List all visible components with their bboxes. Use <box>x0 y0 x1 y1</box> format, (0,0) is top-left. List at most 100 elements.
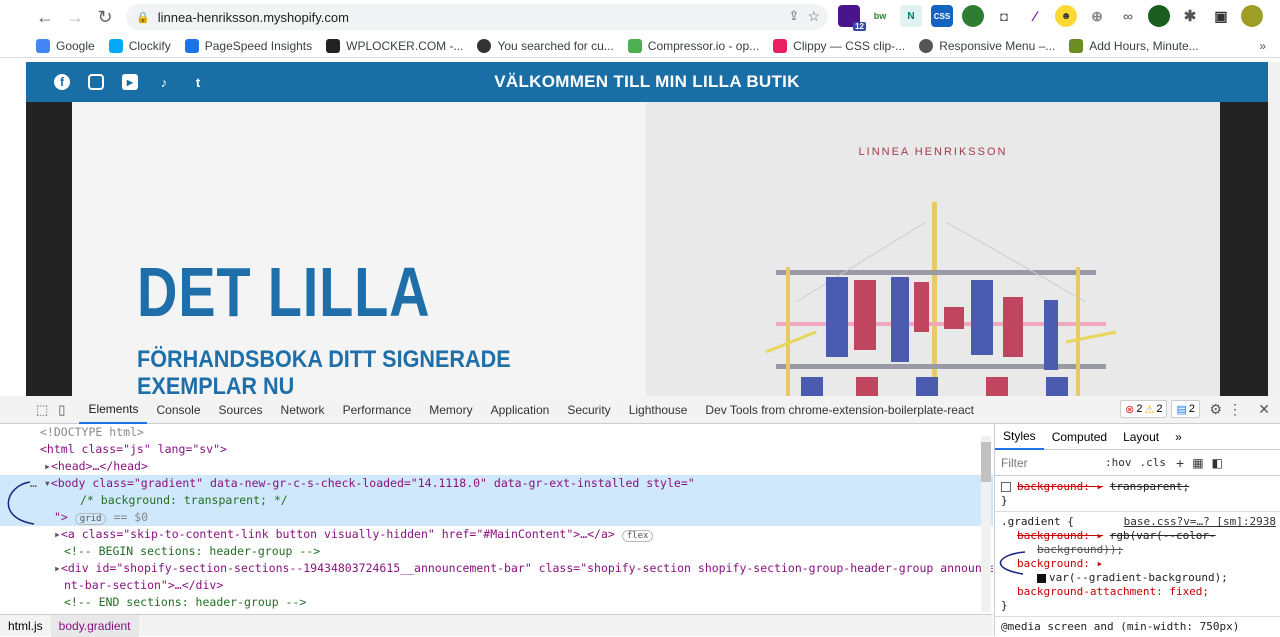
bookmark-item[interactable]: Clockify <box>108 38 171 53</box>
styles-filter-input[interactable]: Filter <box>1001 456 1105 470</box>
page-viewport: f ▶ ♪ t VÄLKOMMEN TILL MIN LILLA BUTIK D… <box>26 62 1268 396</box>
divider <box>995 511 1280 512</box>
message-icon: ▤ <box>1176 403 1187 416</box>
back-icon[interactable]: ← <box>32 4 58 30</box>
world-extension-icon[interactable]: ⊕ <box>1086 5 1108 27</box>
grid-badge[interactable]: grid <box>74 513 107 525</box>
tab-styles[interactable]: Styles <box>995 424 1044 450</box>
bw-extension-icon[interactable]: bw <box>869 5 891 27</box>
tab-memory[interactable]: Memory <box>420 396 481 424</box>
tab-performance[interactable]: Performance <box>334 396 421 424</box>
scrollbar-thumb[interactable] <box>981 442 991 482</box>
bookmark-label: You searched for cu... <box>497 38 614 53</box>
n-extension-icon[interactable]: N <box>900 5 922 27</box>
tab-lighthouse[interactable]: Lighthouse <box>620 396 697 424</box>
globe-extension-icon[interactable] <box>962 5 984 27</box>
bookmark-item[interactable]: You searched for cu... <box>477 38 614 53</box>
camera-extension-icon[interactable]: ◘ <box>993 5 1015 27</box>
hov-toggle[interactable]: :hov <box>1105 456 1132 469</box>
dom-node[interactable]: <!DOCTYPE html> <box>0 424 993 441</box>
device-toggle-icon[interactable]: ▯ <box>58 402 65 418</box>
clippy-icon <box>773 38 788 53</box>
rule-close: } <box>1001 494 1008 507</box>
sidepanel-icon[interactable]: ▣ <box>1210 5 1232 27</box>
dom-node[interactable]: ▸<a class="skip-to-content-link button v… <box>0 526 993 543</box>
selected-ref: == $0 <box>113 510 149 524</box>
paint-icon[interactable]: ▦ <box>1192 456 1203 470</box>
tab-console[interactable]: Console <box>147 396 209 424</box>
error-badge[interactable]: ⊗ 2 ⚠ 2 <box>1120 400 1168 418</box>
close-icon[interactable]: ✕ <box>1258 401 1270 418</box>
breadcrumb-body[interactable]: body.gradient <box>50 614 139 637</box>
dom-node-continued: nt-bar-section">…</div> <box>64 578 224 592</box>
elements-scrollbar[interactable] <box>981 436 991 612</box>
flex-badge[interactable]: flex <box>621 530 654 542</box>
bookmark-item[interactable]: PageSpeed Insights <box>184 38 312 53</box>
announcement-text: VÄLKOMMEN TILL MIN LILLA BUTIK <box>494 72 800 91</box>
style-source-link[interactable]: base.css?v=…? [sm]:2938 <box>1124 515 1276 529</box>
message-badge[interactable]: ▤ 2 <box>1171 400 1200 418</box>
dollar-icon <box>1069 38 1084 53</box>
style-rule-header: .gradient {base.css?v=…? [sm]:2938 <box>995 515 1280 529</box>
profile-avatar[interactable] <box>1241 5 1263 27</box>
smiley-extension-icon[interactable]: ☻ <box>1055 5 1077 27</box>
page-scrollbar[interactable] <box>1268 62 1280 396</box>
style-property[interactable]: background: ▸ <box>995 557 1280 571</box>
color-swatch[interactable] <box>1037 573 1046 583</box>
gear-icon[interactable]: ⚙ <box>1209 401 1222 418</box>
address-bar[interactable]: 🔒 linnea-henriksson.myshopify.com ⇪ ☆ <box>126 4 828 30</box>
breadcrumb-html[interactable]: html.js <box>0 615 51 637</box>
facebook-icon[interactable]: f <box>54 74 70 90</box>
puzzle-icon[interactable]: ✱ <box>1179 5 1201 27</box>
reload-icon[interactable]: ↻ <box>92 4 118 30</box>
style-declaration[interactable]: background: ▸ rgb(var(--color- <box>995 529 1280 543</box>
bookmark-star-icon[interactable]: ☆ <box>807 8 820 25</box>
tab-computed[interactable]: Computed <box>1044 424 1115 450</box>
forward-icon[interactable]: → <box>62 4 88 30</box>
media-query: @media screen and (min-width: 750px) <box>1001 620 1240 633</box>
bookmark-item[interactable]: Responsive Menu –... <box>919 38 1055 53</box>
inspect-icon[interactable]: ⬚ <box>36 402 48 418</box>
expand-arrow-icon[interactable]: ▸ <box>54 561 61 575</box>
bookmark-item[interactable]: Compressor.io - op... <box>627 38 759 53</box>
add-rule-icon[interactable]: + <box>1176 455 1184 471</box>
expand-arrow-icon[interactable]: ▸ <box>54 527 61 541</box>
tab-security[interactable]: Security <box>558 396 619 424</box>
checkbox[interactable] <box>1001 482 1011 492</box>
tab-extension-devtools[interactable]: Dev Tools from chrome-extension-boilerpl… <box>696 396 983 424</box>
youtube-icon[interactable]: ▶ <box>122 74 138 90</box>
style-declaration[interactable]: background: ▸ transparent; <box>995 480 1280 494</box>
sidebar-toggle-icon[interactable]: ◧ <box>1212 456 1223 470</box>
cls-toggle[interactable]: .cls <box>1140 456 1167 469</box>
tab-layout[interactable]: Layout <box>1115 424 1167 450</box>
style-declaration[interactable]: background-attachment: fixed; <box>995 585 1280 599</box>
bookmark-item[interactable]: Google <box>36 38 95 53</box>
tab-elements[interactable]: Elements <box>79 396 148 424</box>
bookmark-item[interactable]: Add Hours, Minute... <box>1069 38 1199 53</box>
dom-node-selected[interactable]: … ▾<body class="gradient" data-new-gr-c-… <box>0 475 993 492</box>
tiktok-icon[interactable]: ♪ <box>156 74 172 90</box>
tab-network[interactable]: Network <box>272 396 334 424</box>
pen-extension-icon[interactable]: ∕ <box>1024 5 1046 27</box>
dom-node[interactable]: <html class="js" lang="sv"> <box>0 441 993 458</box>
more-menu-icon[interactable]: ⋮ <box>1228 401 1242 418</box>
style-declaration[interactable]: var(--gradient-background); <box>995 571 1280 585</box>
extension-icon[interactable]: 12 <box>838 5 866 31</box>
tumblr-icon[interactable]: t <box>190 74 206 90</box>
bookmarks-overflow-icon[interactable]: » <box>1259 39 1266 53</box>
share-icon[interactable]: ⇪ <box>789 8 800 25</box>
bookmark-item[interactable]: WPLOCKER.COM -... <box>326 38 463 53</box>
link-extension-icon[interactable]: ∞ <box>1117 5 1139 27</box>
tab-application[interactable]: Application <box>482 396 559 424</box>
more-tabs-icon[interactable]: » <box>1167 424 1190 450</box>
dom-node[interactable]: ▸<head>…</head> <box>0 458 993 475</box>
instagram-icon[interactable] <box>88 74 104 90</box>
dom-node[interactable]: ▸<div id="shopify-section-sections--1943… <box>0 560 993 577</box>
expand-arrow-icon[interactable]: ▸ <box>44 459 51 473</box>
dark-circle-extension-icon[interactable] <box>1148 5 1170 27</box>
style-value: rgb(var(--color- <box>1109 529 1216 542</box>
hand-drawn-annotation <box>999 551 1026 575</box>
tab-sources[interactable]: Sources <box>210 396 272 424</box>
css-extension-icon[interactable]: CSS <box>931 5 953 27</box>
bookmark-item[interactable]: Clippy — CSS clip-... <box>773 38 905 53</box>
